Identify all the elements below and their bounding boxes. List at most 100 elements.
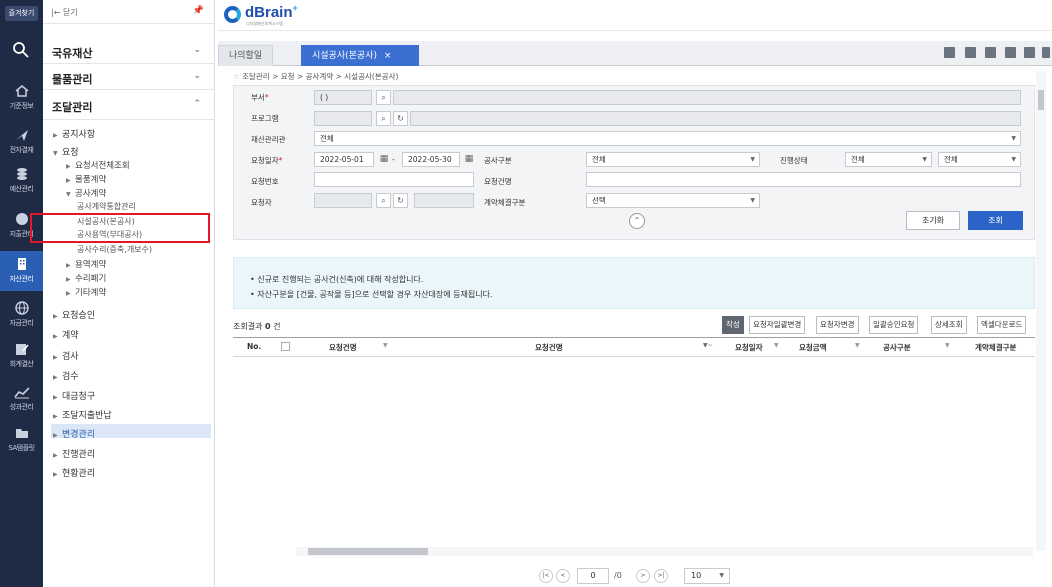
refresh-icon[interactable]: ↻ bbox=[393, 193, 408, 208]
column-header-request-title[interactable]: 요청건명 bbox=[535, 342, 563, 353]
rail-item-budget[interactable]: 예산관리 bbox=[0, 165, 43, 201]
filter-icon[interactable]: ▼~ bbox=[703, 342, 713, 349]
menu-section-state-property[interactable]: 국유재산 ⌄ bbox=[43, 38, 215, 64]
calendar-icon[interactable]: ▦ bbox=[378, 153, 390, 165]
menu-item-construction-contract[interactable]: ▼ 공사계약 bbox=[66, 187, 106, 199]
close-all-icon[interactable] bbox=[1042, 47, 1050, 58]
search-icon[interactable]: ⌕ bbox=[376, 90, 391, 105]
column-header-no[interactable]: No. bbox=[247, 342, 261, 351]
search-icon[interactable] bbox=[11, 40, 31, 60]
menu-item-request-all[interactable]: ▶ 요청서전체조회 bbox=[66, 159, 130, 171]
detail-view-button[interactable]: 상세조회 bbox=[931, 316, 967, 334]
column-header-contract-method[interactable]: 계약체결구분 bbox=[975, 342, 1016, 353]
menu-item-service-contract[interactable]: ▶ 용역계약 bbox=[66, 258, 106, 270]
app-logo[interactable]: dBrain+ bbox=[245, 3, 298, 21]
menu-item-approval[interactable]: ▶ 요청승인 bbox=[53, 308, 95, 321]
bulk-change-requester-button[interactable]: 요청자일괄변경 bbox=[749, 316, 806, 334]
building-icon bbox=[17, 258, 26, 270]
next-page-button[interactable]: > bbox=[636, 569, 650, 583]
change-requester-button[interactable]: 요청자변경 bbox=[816, 316, 859, 334]
last-page-button[interactable]: >| bbox=[654, 569, 668, 583]
column-header-work-type[interactable]: 공사구분 bbox=[883, 342, 911, 353]
menu-item-change[interactable]: ▶ 변경관리 bbox=[53, 427, 95, 440]
search-icon[interactable]: ⌕ bbox=[376, 111, 391, 126]
tab-construction-main[interactable]: 시설공사(본공사) × bbox=[301, 45, 419, 66]
request-no-field[interactable] bbox=[314, 172, 474, 187]
rail-item-performance[interactable]: 성과관리 bbox=[0, 383, 43, 419]
sort-icon[interactable]: ▼ bbox=[774, 342, 779, 349]
menu-section-procurement[interactable]: 조달관리 ⌃ bbox=[43, 90, 215, 120]
favorites-button[interactable]: 즐겨찾기 bbox=[5, 6, 38, 21]
column-header-request-date[interactable]: 요청일자 bbox=[735, 342, 763, 353]
menu-item-repair-scrap[interactable]: ▶ 수리폐기 bbox=[66, 272, 106, 284]
menu-item-request[interactable]: ▼ 요청 bbox=[53, 145, 79, 158]
menu-item-status[interactable]: ▶ 현황관리 bbox=[53, 466, 95, 479]
layout-columns-icon[interactable] bbox=[985, 47, 996, 58]
page-input[interactable]: 0 bbox=[577, 568, 609, 584]
column-header-request-name[interactable]: 요청건명 bbox=[329, 342, 357, 353]
reset-button[interactable]: 초기화 bbox=[906, 211, 960, 230]
create-button[interactable]: 작성 bbox=[722, 316, 744, 334]
requester-code-field[interactable] bbox=[314, 193, 372, 208]
star-icon[interactable]: ☆ bbox=[233, 72, 242, 81]
rail-item-fund[interactable]: 자금관리 bbox=[0, 299, 43, 335]
rail-item-approval[interactable]: 전자결재 bbox=[0, 126, 43, 162]
progress-status-select-1[interactable]: 전체 ▼ bbox=[845, 152, 932, 167]
menu-item-contract[interactable]: ▶ 계약 bbox=[53, 328, 79, 341]
menu-item-notice[interactable]: ▶ 공지사항 bbox=[53, 127, 95, 140]
menu-item-construction-repair[interactable]: 공사수리(증축,개보수) bbox=[77, 244, 152, 255]
rail-item-accounting[interactable]: 회계결산 bbox=[0, 340, 43, 376]
menu-item-settle[interactable]: ▶ 조달지출반납 bbox=[53, 408, 112, 421]
vertical-scroll-thumb[interactable] bbox=[1038, 90, 1044, 110]
window-icon[interactable] bbox=[1024, 47, 1035, 58]
sort-icon[interactable]: ▼ bbox=[945, 342, 950, 349]
work-type-select[interactable]: 전체 ▼ bbox=[586, 152, 760, 167]
program-code-field[interactable] bbox=[314, 111, 372, 126]
search-icon[interactable]: ⌕ bbox=[376, 193, 391, 208]
refresh-icon[interactable]: ↻ bbox=[393, 111, 408, 126]
chevron-down-icon: ▼ bbox=[1011, 156, 1016, 163]
date-from-field[interactable]: 2022-05-01 bbox=[314, 152, 374, 167]
bulk-approval-request-button[interactable]: 일괄승인요청 bbox=[869, 316, 919, 334]
dept-name-field[interactable] bbox=[393, 90, 1021, 105]
layout-grid-icon[interactable] bbox=[944, 47, 955, 58]
collapse-form-button[interactable]: ⌃ bbox=[629, 213, 645, 229]
sort-icon[interactable]: ▼ bbox=[855, 342, 860, 349]
excel-download-button[interactable]: 엑셀다운로드 bbox=[977, 316, 1027, 334]
menu-item-acceptance[interactable]: ▶ 검수 bbox=[53, 369, 79, 382]
vertical-scrollbar[interactable] bbox=[1036, 71, 1046, 551]
layout-rows-icon[interactable] bbox=[1005, 47, 1016, 58]
rail-item-basic[interactable]: 기준정보 bbox=[0, 82, 43, 118]
menu-section-goods[interactable]: 물품관리 ⌄ bbox=[43, 64, 215, 90]
search-button[interactable]: 조회 bbox=[968, 211, 1023, 230]
layout-split-icon[interactable] bbox=[965, 47, 976, 58]
sort-icon[interactable]: ▼ bbox=[383, 342, 388, 349]
menu-item-goods-contract[interactable]: ▶ 물품계약 bbox=[66, 173, 106, 185]
contract-method-select[interactable]: 선택 ▼ bbox=[586, 193, 760, 208]
asset-manager-select[interactable]: 전체 ▼ bbox=[314, 131, 1021, 146]
rail-item-sa-template[interactable]: SA템플릿 bbox=[0, 424, 43, 460]
select-all-checkbox[interactable] bbox=[281, 342, 290, 351]
requester-name-field[interactable] bbox=[414, 193, 474, 208]
menu-item-inspect[interactable]: ▶ 검사 bbox=[53, 349, 79, 362]
close-icon[interactable]: × bbox=[384, 51, 392, 61]
horizontal-scroll-thumb[interactable] bbox=[308, 548, 428, 555]
date-to-field[interactable]: 2022-05-30 bbox=[402, 152, 460, 167]
menu-item-construction-integrated[interactable]: 공사계약통합관리 bbox=[77, 201, 136, 212]
menu-item-payment[interactable]: ▶ 대금청구 bbox=[53, 389, 95, 402]
pin-icon[interactable]: 📌 bbox=[193, 6, 204, 16]
menu-item-other-contract[interactable]: ▶ 기타계약 bbox=[66, 286, 106, 298]
progress-status-select-2[interactable]: 전체 ▼ bbox=[938, 152, 1021, 167]
tab-my-tasks[interactable]: 나의할일 bbox=[218, 45, 274, 66]
program-name-field[interactable] bbox=[410, 111, 1021, 126]
page-size-select[interactable]: 10 ▼ bbox=[684, 568, 730, 584]
first-page-button[interactable]: |< bbox=[539, 569, 553, 583]
dept-code-field[interactable]: ( ) bbox=[314, 90, 372, 105]
menu-item-progress[interactable]: ▶ 진행관리 bbox=[53, 447, 95, 460]
prev-page-button[interactable]: < bbox=[556, 569, 570, 583]
column-header-request-amount[interactable]: 요청금액 bbox=[799, 342, 827, 353]
rail-item-asset[interactable]: 자산관리 bbox=[0, 251, 43, 291]
calendar-icon[interactable]: ▦ bbox=[463, 153, 475, 165]
menu-close-button[interactable]: |← 닫기 bbox=[51, 7, 78, 18]
request-name-field[interactable] bbox=[586, 172, 1021, 187]
